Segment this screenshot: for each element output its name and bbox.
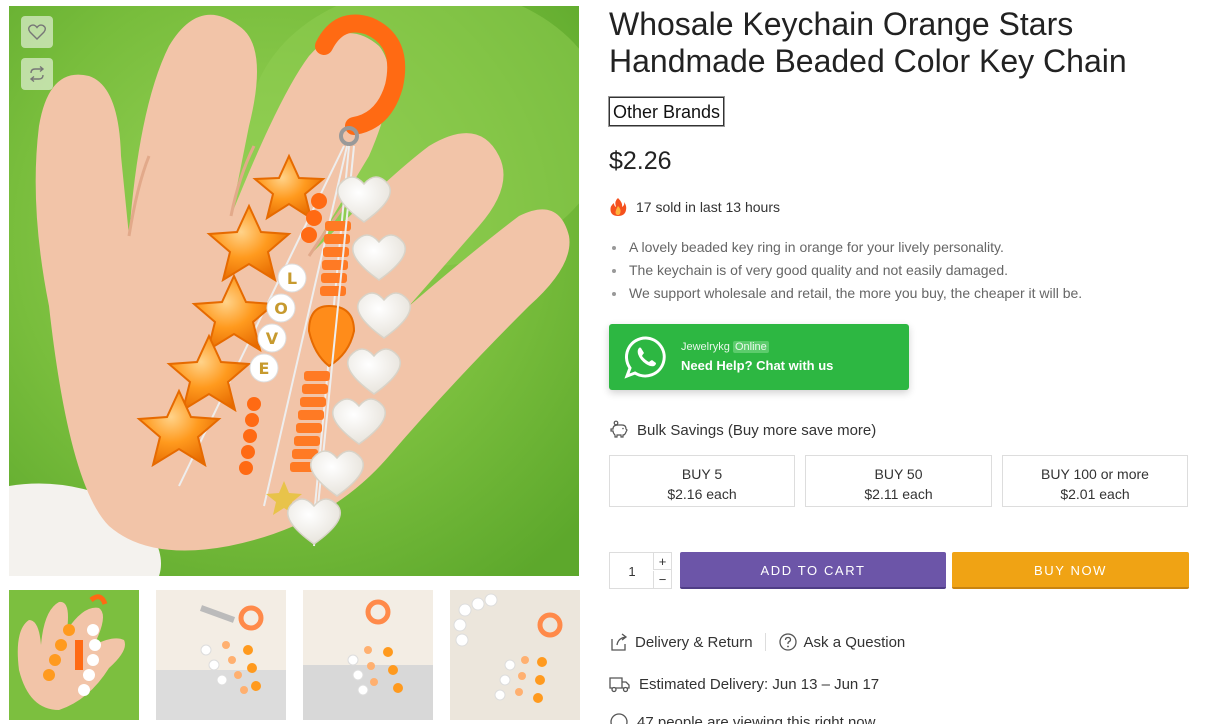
quantity-input[interactable]: 1 bbox=[610, 553, 654, 590]
thumbnail-strip bbox=[9, 590, 580, 720]
thumbnail-2[interactable] bbox=[156, 590, 286, 720]
sold-counter: 17 sold in last 13 hours bbox=[609, 197, 780, 217]
whatsapp-chat-button[interactable]: Jewelrykg Online Need Help? Chat with us bbox=[609, 324, 909, 390]
thumbnail-3[interactable] bbox=[303, 590, 433, 720]
sold-text: 17 sold in last 13 hours bbox=[636, 199, 780, 215]
thumbnail-4[interactable] bbox=[450, 590, 580, 720]
heart-icon bbox=[28, 24, 46, 40]
bulk-tier-option[interactable]: BUY 50 $2.11 each bbox=[805, 455, 992, 507]
estimated-delivery: Estimated Delivery: Jun 13 – Jun 17 bbox=[609, 675, 879, 693]
whatsapp-cta: Need Help? Chat with us bbox=[681, 357, 834, 373]
bead-letter: E bbox=[259, 359, 270, 378]
feature-list: A lovely beaded key ring in orange for y… bbox=[609, 236, 1082, 305]
estimated-delivery-text: Estimated Delivery: Jun 13 – Jun 17 bbox=[639, 675, 880, 693]
quantity-increase-button[interactable]: + bbox=[653, 553, 671, 570]
product-price: $2.26 bbox=[609, 147, 672, 175]
bead-letter: V bbox=[266, 329, 279, 348]
brand-badge[interactable]: Other Brands bbox=[607, 96, 726, 127]
viewing-text: 47 people are viewing this right now bbox=[637, 713, 876, 724]
whatsapp-store-name: Jewelrykg bbox=[681, 340, 730, 353]
feature-item: We support wholesale and retail, the mor… bbox=[609, 282, 1082, 305]
wishlist-button[interactable] bbox=[21, 16, 53, 48]
whatsapp-icon bbox=[624, 336, 666, 379]
feature-item: The keychain is of very good quality and… bbox=[609, 259, 1082, 282]
tier-label: BUY 50 bbox=[874, 466, 923, 482]
tier-price: $2.11 each bbox=[864, 486, 933, 502]
truck-icon bbox=[609, 677, 630, 693]
ask-question-link[interactable]: Ask a Question bbox=[804, 634, 906, 651]
compare-button[interactable] bbox=[21, 58, 53, 90]
bulk-tier-option[interactable]: BUY 5 $2.16 each bbox=[609, 455, 795, 507]
quantity-decrease-button[interactable]: − bbox=[653, 571, 671, 588]
bulk-tier-option[interactable]: BUY 100 or more $2.01 each bbox=[1002, 455, 1188, 507]
feature-item: A lovely beaded key ring in orange for y… bbox=[609, 236, 1082, 259]
bead-letter: O bbox=[274, 299, 288, 318]
link-divider bbox=[764, 633, 766, 651]
keychain-photo: L O V E bbox=[9, 6, 579, 576]
question-circle-icon bbox=[778, 633, 797, 651]
bead-letter: L bbox=[287, 269, 297, 288]
piggy-bank-icon bbox=[610, 420, 628, 438]
smiley-icon bbox=[610, 713, 628, 724]
bulk-savings-heading: Bulk Savings (Buy more save more) bbox=[609, 420, 876, 440]
live-viewers: 47 people are viewing this right now bbox=[609, 712, 875, 724]
product-title: Whosale Keychain Orange Stars Handmade B… bbox=[609, 6, 1127, 79]
quantity-stepper: 1 + − bbox=[609, 552, 672, 589]
tier-label: BUY 100 or more bbox=[1041, 466, 1149, 482]
fire-icon bbox=[610, 198, 627, 216]
tier-price: $2.01 each bbox=[1060, 486, 1130, 502]
main-product-image[interactable]: L O V E bbox=[9, 6, 579, 576]
tier-price: $2.16 each bbox=[667, 486, 737, 502]
bulk-tiers: BUY 5 $2.16 each BUY 50 $2.11 each BUY 1… bbox=[609, 455, 1189, 507]
thumbnail-1[interactable] bbox=[9, 590, 139, 720]
info-links: Delivery & Return Ask a Question bbox=[609, 632, 905, 652]
bulk-savings-label: Bulk Savings (Buy more save more) bbox=[637, 421, 877, 439]
delivery-return-link[interactable]: Delivery & Return bbox=[635, 634, 753, 651]
buy-now-button[interactable]: BUY NOW bbox=[952, 552, 1189, 589]
add-to-cart-button[interactable]: ADD TO CART bbox=[680, 552, 946, 589]
online-status-badge: Online bbox=[732, 340, 769, 353]
tier-label: BUY 5 bbox=[681, 466, 723, 482]
compare-icon bbox=[29, 66, 45, 82]
share-box-icon bbox=[611, 633, 628, 651]
